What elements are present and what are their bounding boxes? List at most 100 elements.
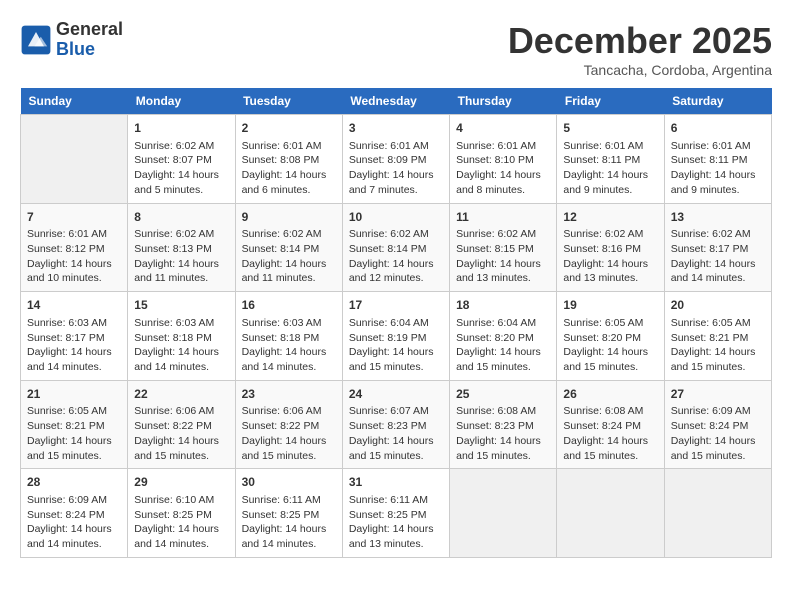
day-info: Sunrise: 6:09 AM Sunset: 8:24 PM Dayligh… <box>671 404 765 463</box>
day-number: 26 <box>563 386 657 403</box>
day-info: Sunrise: 6:03 AM Sunset: 8:18 PM Dayligh… <box>134 316 228 375</box>
calendar-cell: 11Sunrise: 6:02 AM Sunset: 8:15 PM Dayli… <box>450 203 557 292</box>
calendar-cell: 25Sunrise: 6:08 AM Sunset: 8:23 PM Dayli… <box>450 380 557 469</box>
day-number: 17 <box>349 297 443 314</box>
day-number: 28 <box>27 474 121 491</box>
day-number: 7 <box>27 209 121 226</box>
calendar-cell: 16 Sunrise: 6:03 AM Sunset: 8:18 PM Dayli… <box>235 292 342 381</box>
day-number: 11 <box>456 209 550 226</box>
day-number: 31 <box>349 474 443 491</box>
logo-icon <box>20 24 52 56</box>
day-info: Sunrise: 6:11 AM Sunset: 8:25 PM Dayligh… <box>242 493 336 552</box>
month-title: December 2025 <box>508 20 772 62</box>
calendar-cell: 26Sunrise: 6:08 AM Sunset: 8:24 PM Dayli… <box>557 380 664 469</box>
calendar-cell: 20 Sunrise: 6:05 AM Sunset: 8:21 PM Dayli… <box>664 292 771 381</box>
location-title: Tancacha, Cordoba, Argentina <box>508 62 772 78</box>
calendar-cell: 14 Sunrise: 6:03 AM Sunset: 8:17 PM Dayli… <box>21 292 128 381</box>
day-number: 5 <box>563 120 657 137</box>
day-info: Sunrise: 6:08 AM Sunset: 8:24 PM Dayligh… <box>563 404 657 463</box>
day-info: Sunrise: 6:02 AM Sunset: 8:16 PM Dayligh… <box>563 227 657 286</box>
day-number: 4 <box>456 120 550 137</box>
week-row-3: 14 Sunrise: 6:03 AM Sunset: 8:17 PM Dayli… <box>21 292 772 381</box>
day-number: 2 <box>242 120 336 137</box>
day-number: 24 <box>349 386 443 403</box>
day-info: Sunrise: 6:06 AM Sunset: 8:22 PM Dayligh… <box>134 404 228 463</box>
day-info: Sunrise: 6:02 AM Sunset: 8:14 PM Dayligh… <box>349 227 443 286</box>
day-info: Sunrise: 6:02 AM Sunset: 8:15 PM Dayligh… <box>456 227 550 286</box>
calendar-cell <box>664 469 771 558</box>
day-info: Sunrise: 6:01 AM Sunset: 8:09 PM Dayligh… <box>349 139 443 198</box>
day-info: Sunrise: 6:05 AM Sunset: 8:21 PM Dayligh… <box>27 404 121 463</box>
calendar-cell: 3Sunrise: 6:01 AM Sunset: 8:09 PM Daylig… <box>342 115 449 204</box>
day-info: Sunrise: 6:01 AM Sunset: 8:11 PM Dayligh… <box>563 139 657 198</box>
calendar-cell: 28 Sunrise: 6:09 AM Sunset: 8:24 PM Dayli… <box>21 469 128 558</box>
day-info: Sunrise: 6:02 AM Sunset: 8:13 PM Dayligh… <box>134 227 228 286</box>
logo-text: General Blue <box>56 20 123 60</box>
day-number: 20 <box>671 297 765 314</box>
day-info: Sunrise: 6:01 AM Sunset: 8:08 PM Dayligh… <box>242 139 336 198</box>
day-info: Sunrise: 6:09 AM Sunset: 8:24 PM Dayligh… <box>27 493 121 552</box>
weekday-header-saturday: Saturday <box>664 88 771 115</box>
calendar-cell: 9Sunrise: 6:02 AM Sunset: 8:14 PM Daylig… <box>235 203 342 292</box>
day-info: Sunrise: 6:05 AM Sunset: 8:21 PM Dayligh… <box>671 316 765 375</box>
weekday-header-friday: Friday <box>557 88 664 115</box>
day-number: 30 <box>242 474 336 491</box>
calendar-cell: 13Sunrise: 6:02 AM Sunset: 8:17 PM Dayli… <box>664 203 771 292</box>
weekday-header-wednesday: Wednesday <box>342 88 449 115</box>
calendar-cell: 18Sunrise: 6:04 AM Sunset: 8:20 PM Dayli… <box>450 292 557 381</box>
day-number: 23 <box>242 386 336 403</box>
day-info: Sunrise: 6:01 AM Sunset: 8:10 PM Dayligh… <box>456 139 550 198</box>
calendar-cell: 8Sunrise: 6:02 AM Sunset: 8:13 PM Daylig… <box>128 203 235 292</box>
calendar-cell: 1Sunrise: 6:02 AM Sunset: 8:07 PM Daylig… <box>128 115 235 204</box>
logo-line2: Blue <box>56 39 95 59</box>
day-number: 8 <box>134 209 228 226</box>
day-number: 19 <box>563 297 657 314</box>
day-number: 9 <box>242 209 336 226</box>
day-info: Sunrise: 6:07 AM Sunset: 8:23 PM Dayligh… <box>349 404 443 463</box>
day-info: Sunrise: 6:11 AM Sunset: 8:25 PM Dayligh… <box>349 493 443 552</box>
calendar-table: SundayMondayTuesdayWednesdayThursdayFrid… <box>20 88 772 558</box>
day-info: Sunrise: 6:03 AM Sunset: 8:18 PM Dayligh… <box>242 316 336 375</box>
day-info: Sunrise: 6:04 AM Sunset: 8:19 PM Dayligh… <box>349 316 443 375</box>
calendar-cell: 23Sunrise: 6:06 AM Sunset: 8:22 PM Dayli… <box>235 380 342 469</box>
calendar-cell: 12Sunrise: 6:02 AM Sunset: 8:16 PM Dayli… <box>557 203 664 292</box>
day-number: 15 <box>134 297 228 314</box>
week-row-2: 7Sunrise: 6:01 AM Sunset: 8:12 PM Daylig… <box>21 203 772 292</box>
calendar-cell: 5 Sunrise: 6:01 AM Sunset: 8:11 PM Daylig… <box>557 115 664 204</box>
calendar-cell: 31 Sunrise: 6:11 AM Sunset: 8:25 PM Dayli… <box>342 469 449 558</box>
calendar-cell: 6Sunrise: 6:01 AM Sunset: 8:11 PM Daylig… <box>664 115 771 204</box>
weekday-header-sunday: Sunday <box>21 88 128 115</box>
calendar-cell: 19 Sunrise: 6:05 AM Sunset: 8:20 PM Dayli… <box>557 292 664 381</box>
calendar-cell <box>557 469 664 558</box>
logo: General Blue <box>20 20 123 60</box>
week-row-5: 28 Sunrise: 6:09 AM Sunset: 8:24 PM Dayli… <box>21 469 772 558</box>
day-info: Sunrise: 6:06 AM Sunset: 8:22 PM Dayligh… <box>242 404 336 463</box>
day-number: 29 <box>134 474 228 491</box>
day-info: Sunrise: 6:10 AM Sunset: 8:25 PM Dayligh… <box>134 493 228 552</box>
calendar-cell: 10Sunrise: 6:02 AM Sunset: 8:14 PM Dayli… <box>342 203 449 292</box>
day-number: 12 <box>563 209 657 226</box>
day-info: Sunrise: 6:08 AM Sunset: 8:23 PM Dayligh… <box>456 404 550 463</box>
day-info: Sunrise: 6:05 AM Sunset: 8:20 PM Dayligh… <box>563 316 657 375</box>
calendar-cell <box>21 115 128 204</box>
day-info: Sunrise: 6:01 AM Sunset: 8:12 PM Dayligh… <box>27 227 121 286</box>
calendar-cell: 24Sunrise: 6:07 AM Sunset: 8:23 PM Dayli… <box>342 380 449 469</box>
week-row-4: 21Sunrise: 6:05 AM Sunset: 8:21 PM Dayli… <box>21 380 772 469</box>
day-number: 6 <box>671 120 765 137</box>
day-number: 16 <box>242 297 336 314</box>
calendar-cell <box>450 469 557 558</box>
calendar-cell: 2 Sunrise: 6:01 AM Sunset: 8:08 PM Daylig… <box>235 115 342 204</box>
day-number: 18 <box>456 297 550 314</box>
day-info: Sunrise: 6:03 AM Sunset: 8:17 PM Dayligh… <box>27 316 121 375</box>
weekday-header-monday: Monday <box>128 88 235 115</box>
weekday-header-tuesday: Tuesday <box>235 88 342 115</box>
day-number: 25 <box>456 386 550 403</box>
weekday-header-thursday: Thursday <box>450 88 557 115</box>
logo-line1: General <box>56 19 123 39</box>
day-number: 21 <box>27 386 121 403</box>
day-info: Sunrise: 6:02 AM Sunset: 8:17 PM Dayligh… <box>671 227 765 286</box>
day-info: Sunrise: 6:02 AM Sunset: 8:14 PM Dayligh… <box>242 227 336 286</box>
day-number: 10 <box>349 209 443 226</box>
day-number: 27 <box>671 386 765 403</box>
day-number: 14 <box>27 297 121 314</box>
